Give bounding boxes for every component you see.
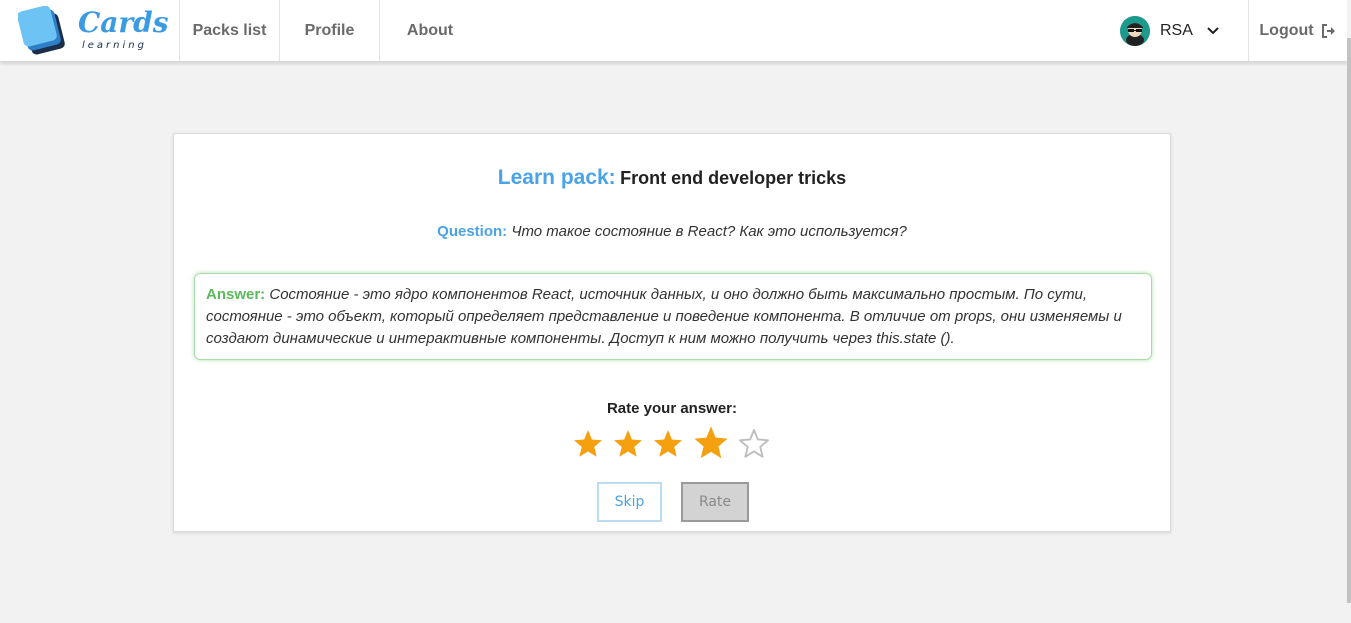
nav-packs-list[interactable]: Packs list xyxy=(180,0,280,61)
skip-button[interactable]: Skip xyxy=(597,482,662,522)
scrollbar-thumb[interactable] xyxy=(1347,38,1351,603)
star-icon-3[interactable] xyxy=(652,428,684,465)
rate-button[interactable]: Rate xyxy=(681,482,749,522)
star-rating[interactable] xyxy=(572,424,772,460)
nav-profile[interactable]: Profile xyxy=(280,0,380,61)
rate-label: Rate your answer: xyxy=(606,400,738,417)
logo-wordmark: Cards xyxy=(78,6,169,39)
logout-icon xyxy=(1321,23,1335,38)
question-label: Question: xyxy=(437,223,508,240)
answer-box: Answer: Состояние - это ядро компонентов… xyxy=(194,273,1152,360)
action-buttons: Skip Rate xyxy=(174,482,1170,522)
app-logo[interactable]: Cards learning xyxy=(0,0,180,61)
star-icon-4[interactable] xyxy=(692,424,730,467)
answer-text: Состояние - это ядро компонентов React, … xyxy=(206,286,1122,347)
chevron-down-icon[interactable] xyxy=(1207,24,1219,38)
learn-card: Learn pack: Front end developer tricks Q… xyxy=(173,133,1171,532)
learn-pack-label: Learn pack: xyxy=(497,166,616,189)
star-icon-1[interactable] xyxy=(572,428,604,465)
nav-about[interactable]: About xyxy=(380,0,480,61)
logo-subtitle: learning xyxy=(82,40,147,51)
pack-name: Front end developer tricks xyxy=(620,168,847,188)
question-block: Question: Что такое состояние в React? К… xyxy=(174,223,1170,240)
star-icon-5[interactable] xyxy=(738,428,770,465)
user-avatar-icon xyxy=(1120,15,1150,46)
star-icon-2[interactable] xyxy=(612,428,644,465)
question-text: Что такое состояние в React? Как это исп… xyxy=(511,223,907,240)
top-navbar: Cards learning Packs list Profile About … xyxy=(0,0,1347,62)
logout-button[interactable]: Logout xyxy=(1248,0,1347,61)
page-title: Learn pack: Front end developer tricks xyxy=(174,166,1170,190)
navbar-spacer xyxy=(480,0,1120,61)
user-name: RSA xyxy=(1160,21,1193,39)
logout-label: Logout xyxy=(1259,21,1314,39)
user-menu[interactable]: RSA xyxy=(1120,0,1248,61)
cards-logo-icon xyxy=(18,6,65,55)
answer-label: Answer: xyxy=(206,286,266,303)
page-scrollbar[interactable] xyxy=(1347,0,1351,623)
